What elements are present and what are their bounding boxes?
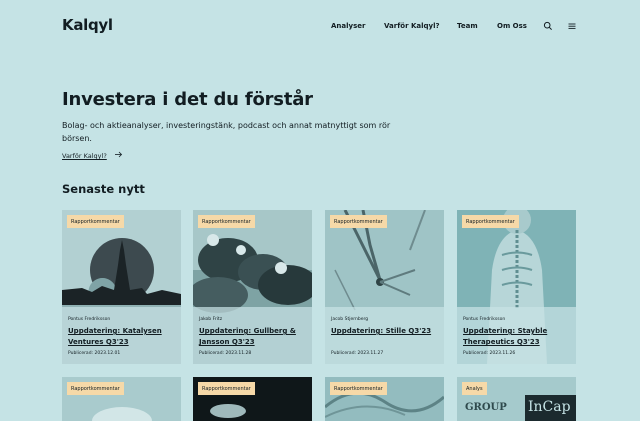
- hero-title: Investera i det du förstår: [62, 89, 313, 110]
- card-info: Pontus Fredriksson Uppdatering: Stayble …: [457, 307, 576, 364]
- card-title[interactable]: Uppdatering: Katalysen Ventures Q3'23: [68, 326, 174, 348]
- category-tag[interactable]: Analys: [462, 382, 487, 395]
- card-title[interactable]: Uppdatering: Gullberg & Jansson Q3'23: [199, 326, 305, 348]
- news-card[interactable]: Rapportkommentar Jacob Stjernberg Uppdat…: [325, 210, 444, 364]
- card-published: Publicerad: 2023.11.27: [331, 351, 384, 356]
- arrow-right-icon[interactable]: [114, 150, 123, 159]
- category-tag[interactable]: Rapportkommentar: [67, 382, 124, 395]
- card-info: Pontus Fredriksson Uppdatering: Katalyse…: [62, 307, 181, 364]
- news-card[interactable]: Analys GROUP InCap: [457, 377, 576, 421]
- category-tag[interactable]: Rapportkommentar: [67, 215, 124, 228]
- hero-intro: Bolag- och aktieanalyser, investeringstä…: [62, 121, 391, 143]
- category-tag[interactable]: Rapportkommentar: [462, 215, 519, 228]
- nav-team[interactable]: Team: [457, 22, 478, 30]
- group-logo: GROUP: [465, 402, 507, 413]
- card-title[interactable]: Uppdatering: Stayble Therapeutics Q3'23: [463, 326, 569, 348]
- news-heading: Senaste nytt: [62, 182, 145, 196]
- card-author: Pontus Fredriksson: [68, 317, 111, 322]
- card-info: Jakob Fritz Uppdatering: Gullberg & Jans…: [193, 307, 312, 364]
- card-info: Jacob Stjernberg Uppdatering: Stille Q3'…: [325, 307, 444, 364]
- card-published: Publicerad: 2023.11.26: [463, 351, 516, 356]
- incap-logo: InCap: [525, 395, 576, 421]
- card-author: Pontus Fredriksson: [463, 317, 506, 322]
- card-published: Publicerad: 2023.12.01: [68, 351, 121, 356]
- category-tag[interactable]: Rapportkommentar: [330, 215, 387, 228]
- site-logo[interactable]: Kalqyl: [62, 16, 113, 34]
- news-card[interactable]: Rapportkommentar Jakob Fritz Uppdatering…: [193, 210, 312, 364]
- news-card[interactable]: Rapportkommentar Pontus Fredriksson Uppd…: [62, 210, 181, 364]
- menu-icon[interactable]: [567, 21, 577, 31]
- news-card[interactable]: Rapportkommentar Pontus Fredriksson Uppd…: [457, 210, 576, 364]
- news-card[interactable]: Rapportkommentar: [62, 377, 181, 421]
- category-tag[interactable]: Rapportkommentar: [330, 382, 387, 395]
- nav-analyser[interactable]: Analyser: [331, 22, 365, 30]
- card-published: Publicerad: 2023.11.28: [199, 351, 252, 356]
- card-author: Jakob Fritz: [199, 317, 223, 322]
- card-title[interactable]: Uppdatering: Stille Q3'23: [331, 326, 437, 337]
- nav-varfor-kalqyl[interactable]: Varför Kalqyl?: [384, 22, 440, 30]
- category-tag[interactable]: Rapportkommentar: [198, 215, 255, 228]
- news-card[interactable]: Rapportkommentar: [193, 377, 312, 421]
- news-card[interactable]: Rapportkommentar: [325, 377, 444, 421]
- card-author: Jacob Stjernberg: [331, 317, 369, 322]
- category-tag[interactable]: Rapportkommentar: [198, 382, 255, 395]
- nav-om-oss[interactable]: Om Oss: [497, 22, 527, 30]
- hero-link[interactable]: Varför Kalqyl?: [62, 152, 107, 160]
- search-icon[interactable]: [543, 21, 553, 31]
